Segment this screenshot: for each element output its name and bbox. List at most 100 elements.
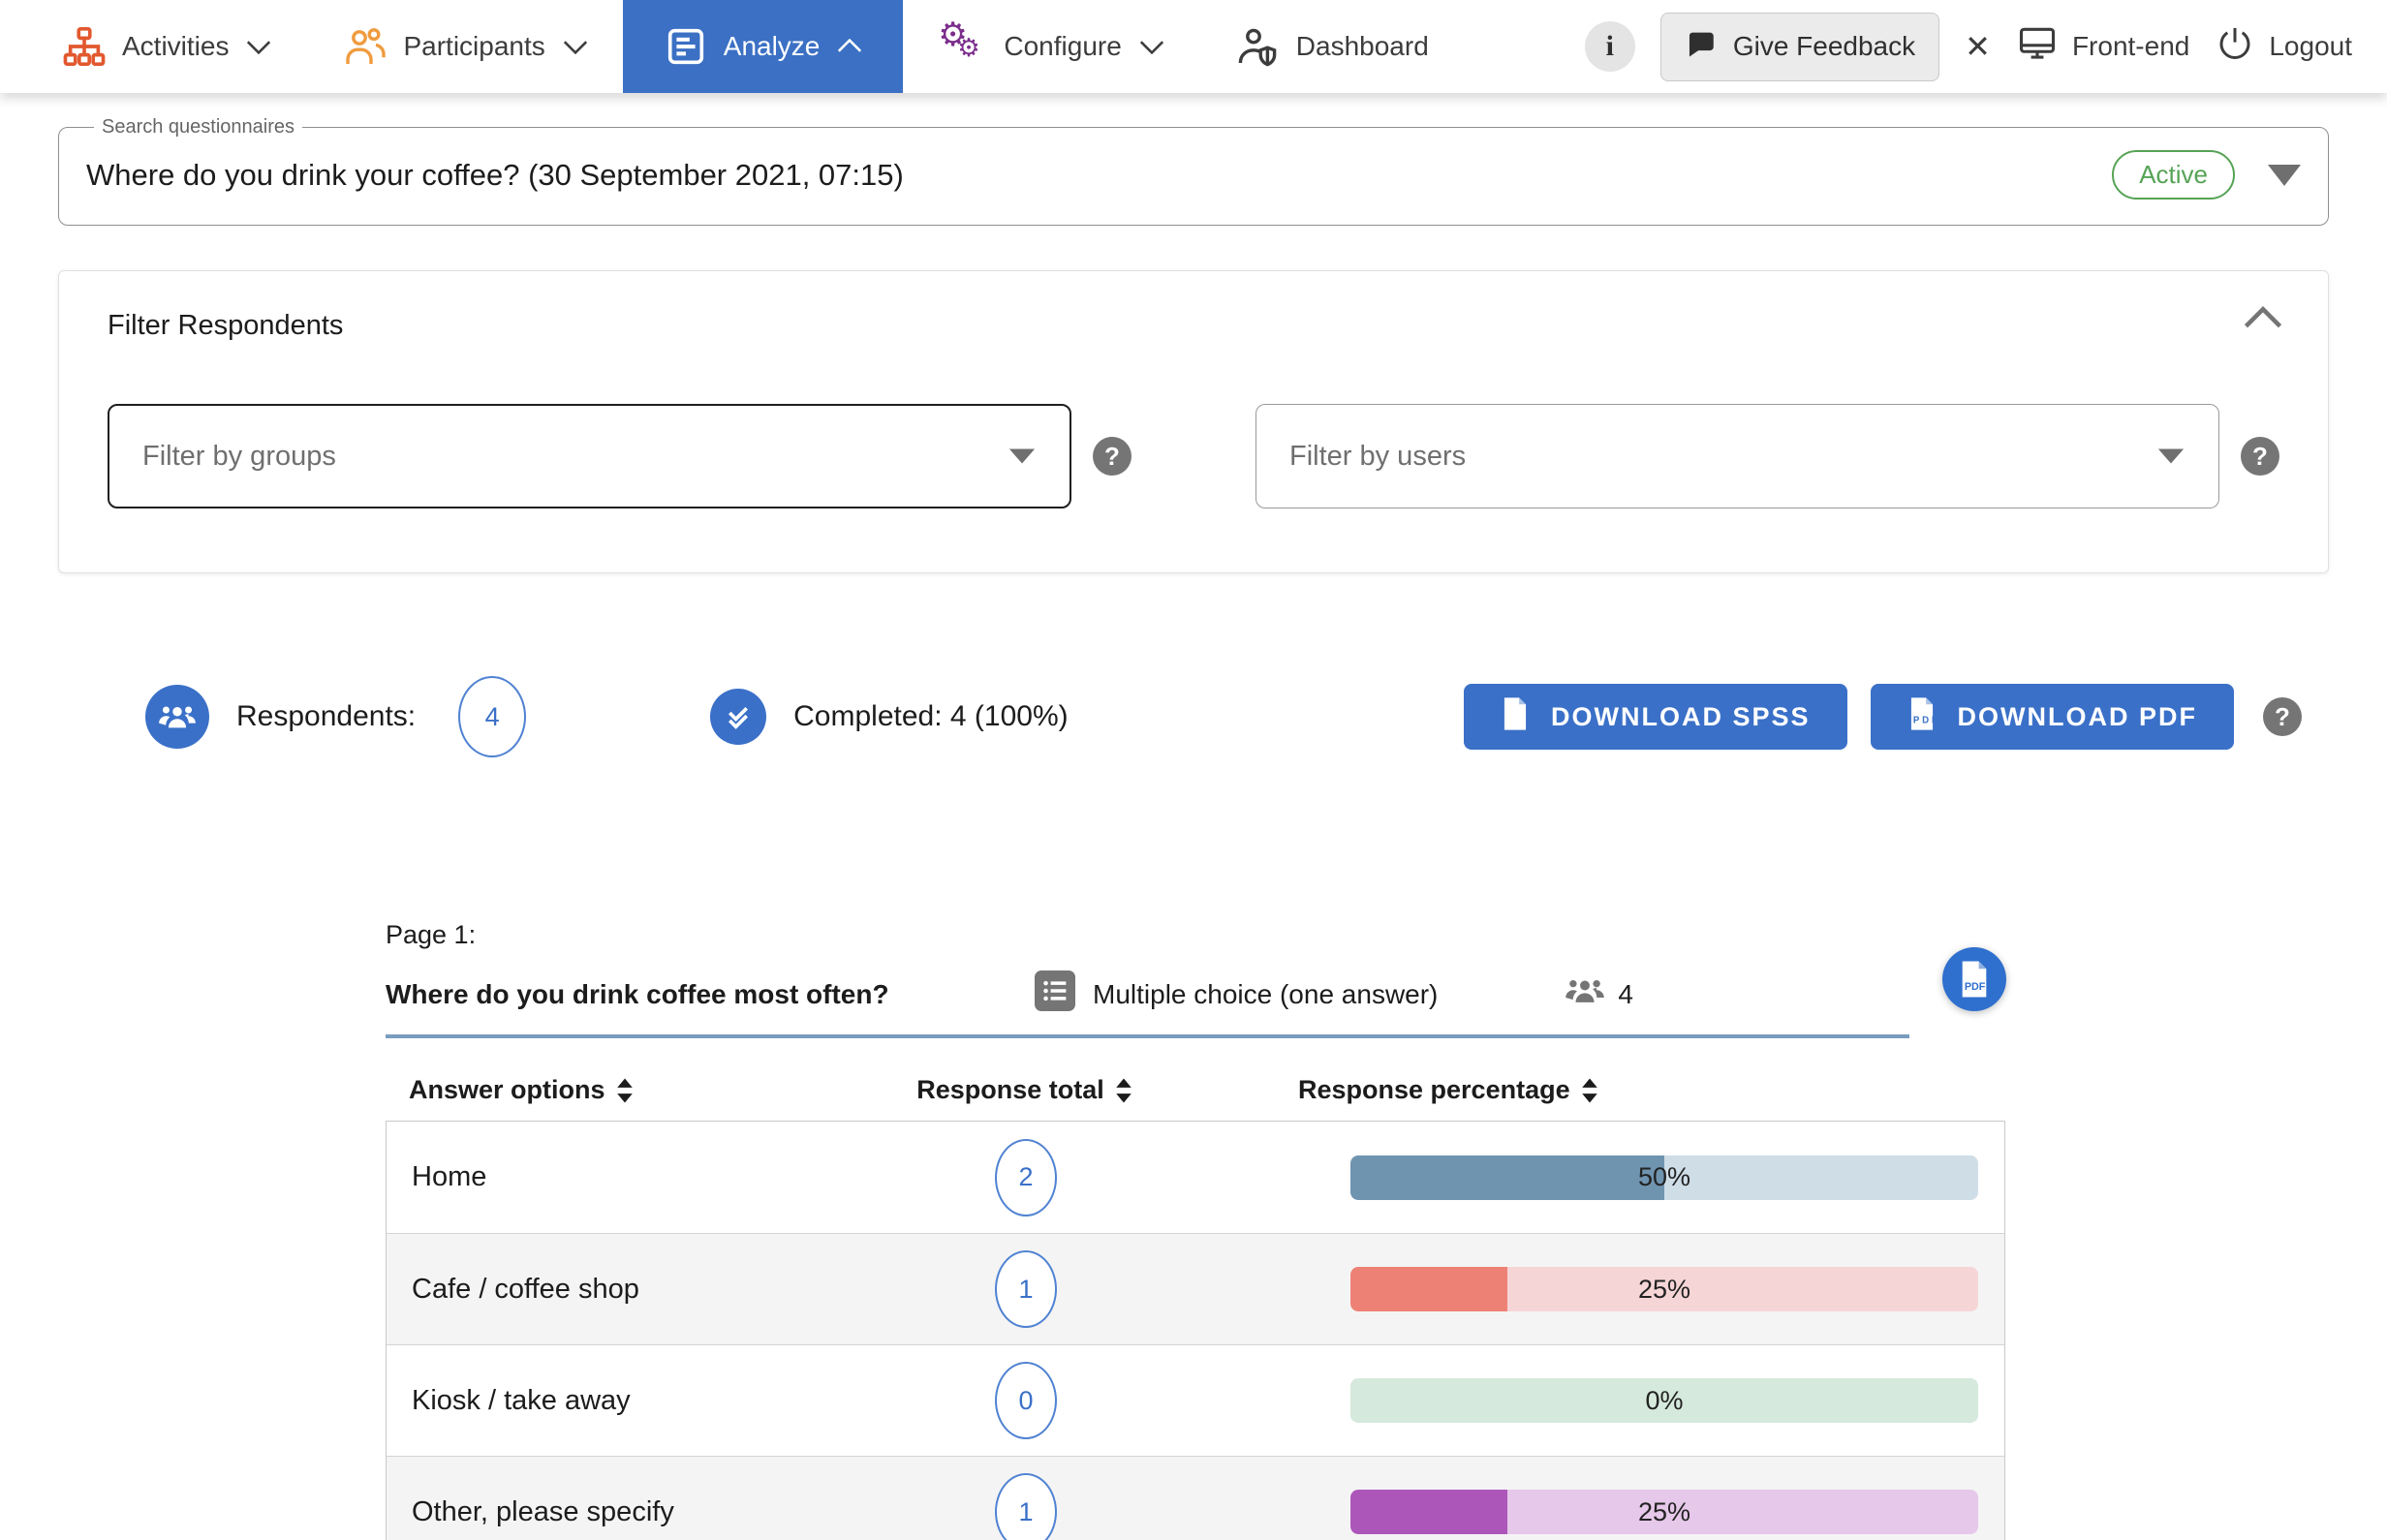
question-pdf-button[interactable]: PDF xyxy=(1942,947,2006,1011)
nav-item-configure[interactable]: ⚙ ⚙ Configure xyxy=(903,0,1198,93)
status-badge: Active xyxy=(2112,150,2235,200)
response-percentage-bar: 50% xyxy=(1350,1155,1978,1200)
groups-help-icon[interactable]: ? xyxy=(1093,437,1132,476)
results-table: Home 2 50% Cafe / coffee shop 1 25% Kios… xyxy=(386,1121,2005,1540)
download-spss-button[interactable]: DOWNLOAD SPSS xyxy=(1464,684,1847,750)
chevron-down-icon xyxy=(246,39,271,54)
dashboard-person-shield-icon xyxy=(1234,23,1281,70)
bar-percent-label: 50% xyxy=(1350,1155,1978,1200)
response-total-badge: 1 xyxy=(995,1250,1057,1328)
bar-percent-label: 25% xyxy=(1350,1267,1978,1311)
table-row: Kiosk / take away 0 0% xyxy=(387,1344,2004,1456)
nav-right: i Give Feedback ✕ Front-end xyxy=(1585,0,2387,93)
search-questionnaires-field[interactable]: Search questionnaires Where do you drink… xyxy=(58,116,2329,226)
chevron-down-icon xyxy=(563,39,588,54)
header-answer-options-label: Answer options xyxy=(409,1075,605,1105)
users-help-icon[interactable]: ? xyxy=(2241,437,2279,476)
info-icon[interactable]: i xyxy=(1585,21,1635,72)
selected-questionnaire[interactable]: Where do you drink your coffee? (30 Sept… xyxy=(86,158,2112,193)
answer-option-label: Home xyxy=(387,1161,813,1193)
download-help-icon[interactable]: ? xyxy=(2263,697,2302,736)
pdf-file-icon: PDF xyxy=(1907,696,1937,738)
download-buttons: DOWNLOAD SPSS PDF DOWNLOAD PDF ? xyxy=(1464,684,2302,750)
table-row: Home 2 50% xyxy=(387,1122,2004,1233)
table-header-row: Answer options Response total Response p… xyxy=(386,1075,2005,1105)
filter-by-users-placeholder: Filter by users xyxy=(1289,441,2156,473)
question-type: Multiple choice (one answer) xyxy=(1035,970,1438,1018)
front-end-label: Front-end xyxy=(2072,31,2189,62)
page-label: Page 1: xyxy=(386,920,2329,950)
answer-option-label: Cafe / coffee shop xyxy=(387,1274,813,1306)
power-icon xyxy=(2215,23,2255,71)
nav-item-label: Participants xyxy=(403,31,544,62)
response-total-badge: 0 xyxy=(995,1362,1057,1439)
answer-option-label: Kiosk / take away xyxy=(387,1385,813,1417)
download-pdf-label: DOWNLOAD PDF xyxy=(1958,702,2197,732)
nav-item-label: Configure xyxy=(1004,31,1121,62)
give-feedback-button[interactable]: Give Feedback xyxy=(1660,13,1939,81)
sort-icon[interactable] xyxy=(1114,1077,1133,1104)
respondents-group-icon xyxy=(145,685,209,749)
file-icon xyxy=(1501,696,1530,738)
chevron-down-icon xyxy=(1139,39,1164,54)
search-questionnaires-label: Search questionnaires xyxy=(94,116,302,139)
chevron-up-icon xyxy=(837,39,862,54)
close-icon[interactable]: ✕ xyxy=(1965,31,1991,62)
respondents-label: Respondents: xyxy=(236,700,416,733)
filter-by-groups-select[interactable]: Filter by groups xyxy=(108,404,1071,508)
header-response-total-label: Response total xyxy=(916,1075,1104,1105)
question-section: Page 1: Where do you drink coffee most o… xyxy=(58,920,2329,1540)
activities-icon xyxy=(62,24,107,69)
response-percentage-bar: 25% xyxy=(1350,1490,1978,1534)
questionnaire-dropdown-arrow-icon[interactable] xyxy=(2268,165,2301,186)
top-nav: Activities Participants xyxy=(0,0,2387,93)
download-spss-label: DOWNLOAD SPSS xyxy=(1551,702,1811,732)
nav-item-label: Dashboard xyxy=(1296,31,1429,62)
respondents-count-badge: 4 xyxy=(458,676,526,757)
nav-item-label: Activities xyxy=(122,31,229,62)
filter-by-users-select[interactable]: Filter by users xyxy=(1256,404,2219,508)
participants-icon xyxy=(341,23,388,70)
filter-by-groups-placeholder: Filter by groups xyxy=(142,441,1008,473)
download-pdf-button[interactable]: PDF DOWNLOAD PDF xyxy=(1871,684,2234,750)
collapse-panel-icon[interactable] xyxy=(2243,304,2283,336)
bar-percent-label: 25% xyxy=(1350,1490,1978,1534)
bar-percent-label: 0% xyxy=(1350,1378,1978,1423)
logout-link[interactable]: Logout xyxy=(2215,23,2352,71)
logout-label: Logout xyxy=(2269,31,2352,62)
nav-item-activities[interactable]: Activities xyxy=(27,0,306,93)
answer-option-label: Other, please specify xyxy=(387,1496,813,1528)
svg-text:PDF: PDF xyxy=(1965,981,1986,993)
analyze-chart-icon xyxy=(664,24,708,69)
question-type-label: Multiple choice (one answer) xyxy=(1093,979,1438,1010)
multiple-choice-list-icon xyxy=(1035,970,1075,1018)
front-end-link[interactable]: Front-end xyxy=(2016,22,2189,72)
group-icon xyxy=(1564,970,1606,1019)
give-feedback-label: Give Feedback xyxy=(1733,31,1915,62)
nav-item-dashboard[interactable]: Dashboard xyxy=(1199,0,1464,93)
dropdown-arrow-icon xyxy=(2156,447,2186,466)
question-title: Where do you drink coffee most often? xyxy=(386,979,889,1010)
response-percentage-bar: 25% xyxy=(1350,1267,1978,1311)
nav-item-participants[interactable]: Participants xyxy=(306,0,622,93)
header-response-percentage-label: Response percentage xyxy=(1298,1075,1570,1105)
monitor-icon xyxy=(2016,22,2059,72)
nav-item-label: Analyze xyxy=(724,31,821,62)
header-response-total[interactable]: Response total xyxy=(812,1075,1238,1105)
header-answer-options[interactable]: Answer options xyxy=(386,1075,812,1105)
filter-respondents-panel: Filter Respondents Filter by groups ? Fi… xyxy=(58,270,2329,573)
sort-icon[interactable] xyxy=(615,1077,635,1104)
filter-respondents-title: Filter Respondents xyxy=(108,310,2279,342)
table-row: Other, please specify 1 25% xyxy=(387,1456,2004,1540)
response-total-badge: 2 xyxy=(995,1139,1057,1217)
response-percentage-bar: 0% xyxy=(1350,1378,1978,1423)
table-row: Cafe / coffee shop 1 25% xyxy=(387,1233,2004,1344)
svg-text:PDF: PDF xyxy=(1912,715,1936,725)
question-divider xyxy=(386,1034,1909,1038)
configure-gears-icon: ⚙ ⚙ xyxy=(938,21,988,72)
question-header: Where do you drink coffee most often? Mu… xyxy=(386,970,2329,1034)
sort-icon[interactable] xyxy=(1580,1077,1599,1104)
header-response-percentage[interactable]: Response percentage xyxy=(1238,1075,2005,1105)
nav-item-analyze[interactable]: Analyze xyxy=(623,0,904,93)
response-total-badge: 1 xyxy=(995,1473,1057,1540)
